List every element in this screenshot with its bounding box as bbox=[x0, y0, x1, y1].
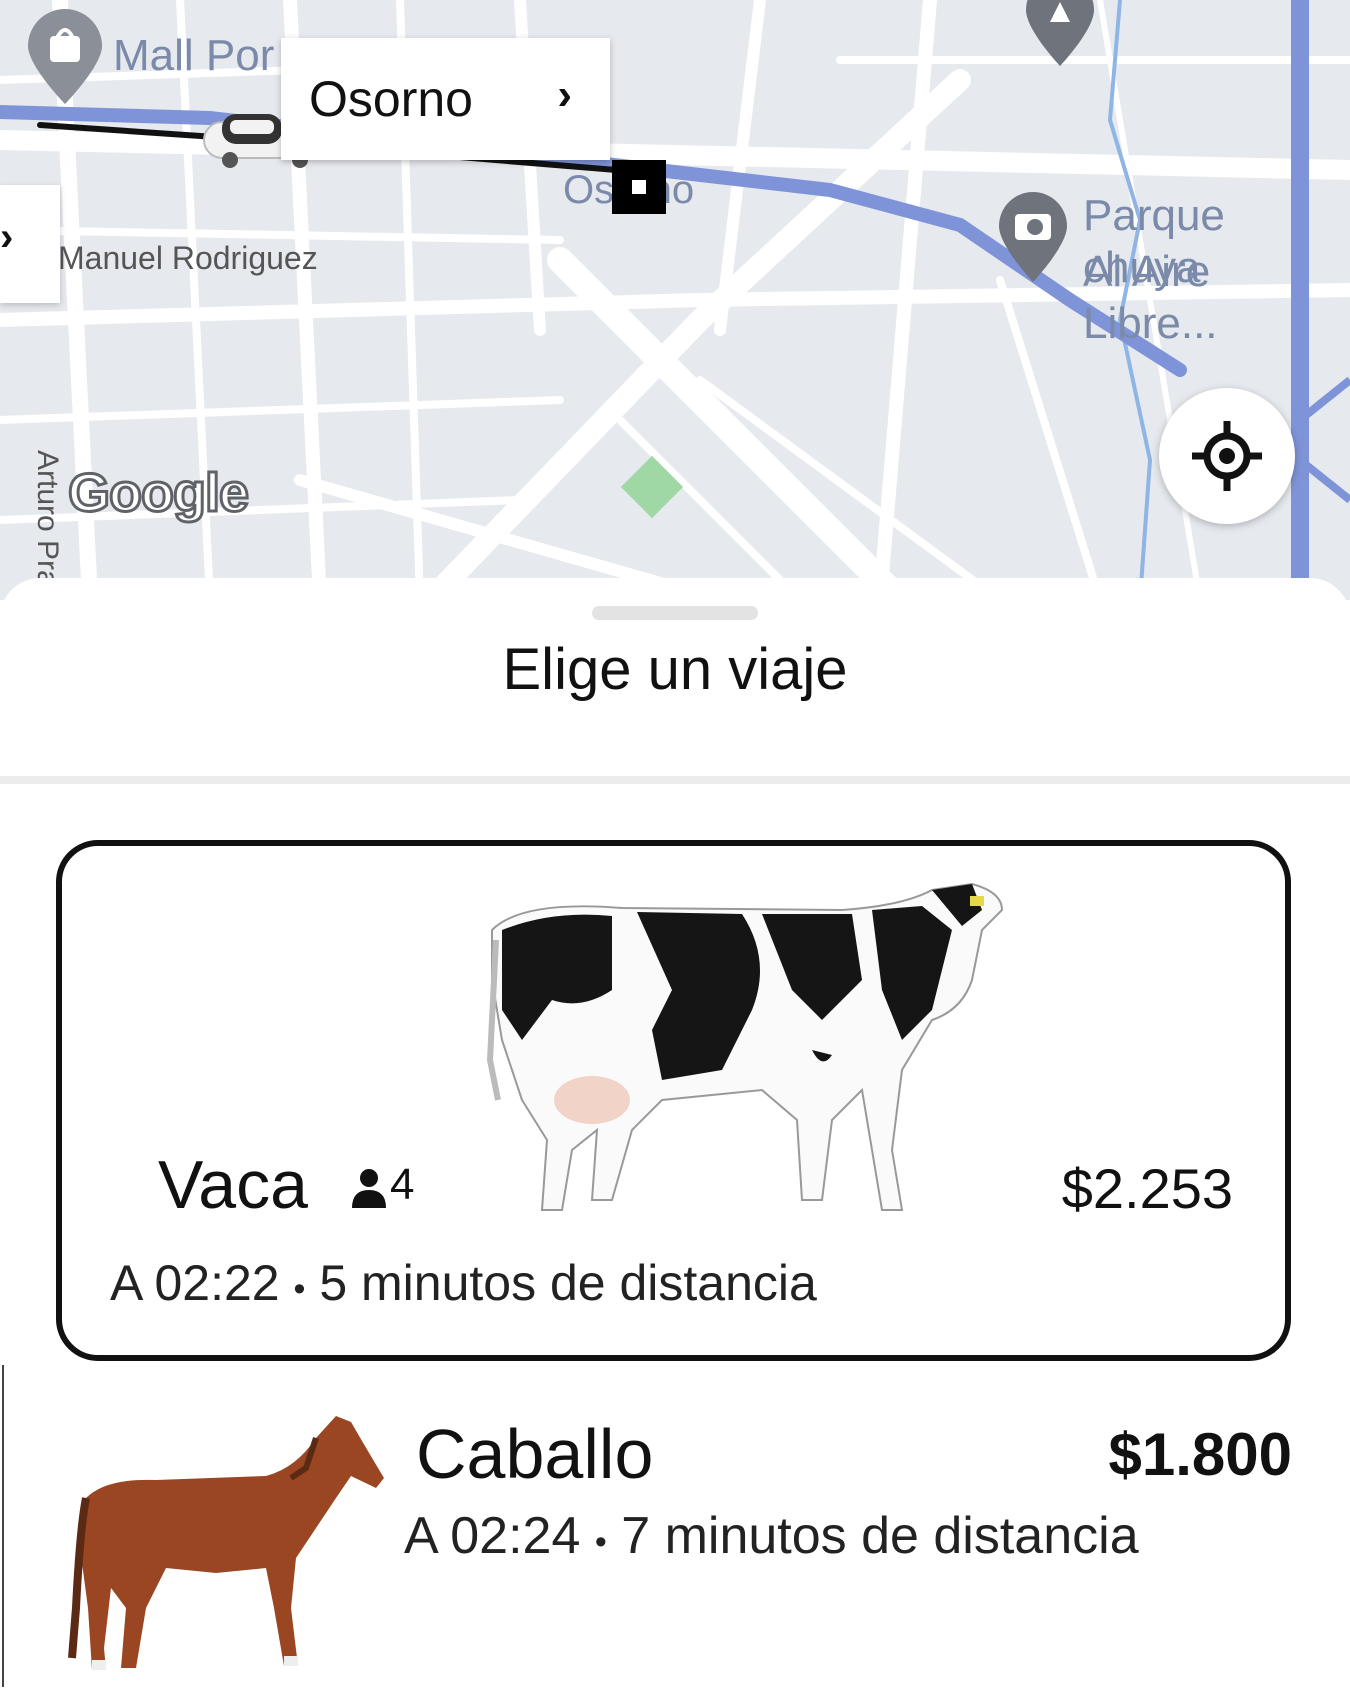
cow-icon bbox=[486, 882, 1004, 1211]
divider bbox=[0, 776, 1350, 784]
ride-price: $2.253 bbox=[1061, 1157, 1233, 1220]
street-label-arturo: Arturo Prat bbox=[31, 450, 64, 596]
shopping-bag-pin-icon[interactable] bbox=[22, 8, 108, 108]
pickup-card[interactable]: › bbox=[0, 185, 60, 303]
ride-option-caballo[interactable]: Caballo $1.800 A 02:24 • 7 minutos de di… bbox=[0, 1376, 1350, 1687]
drag-handle[interactable] bbox=[592, 606, 758, 620]
tree-pin-icon[interactable] bbox=[1022, 0, 1098, 70]
destination-card[interactable]: Osorno › bbox=[281, 38, 610, 160]
google-logo: Google bbox=[67, 462, 251, 525]
ride-distance: 7 minutos de distancia bbox=[621, 1507, 1139, 1565]
street-label-manuel: Manuel Rodriguez bbox=[58, 240, 318, 276]
ride-eta: A 02:22 bbox=[110, 1255, 280, 1311]
ride-price: $1.800 bbox=[1108, 1421, 1292, 1488]
horse-icon bbox=[68, 1416, 384, 1670]
ride-option-vaca[interactable]: Vaca 4 $2.253 A 02:22 • 5 minutos de dis… bbox=[56, 840, 1291, 1361]
map-view[interactable]: Mall Por Parque chuya Al Aire Libre... M… bbox=[0, 0, 1350, 600]
locate-icon bbox=[1192, 421, 1262, 491]
chevron-right-icon: › bbox=[0, 215, 14, 259]
ride-eta-line: A 02:24 • 7 minutos de distancia bbox=[404, 1506, 1139, 1566]
person-icon bbox=[352, 1169, 386, 1208]
camera-pin-icon[interactable] bbox=[995, 190, 1071, 286]
divider bbox=[2, 1365, 4, 1687]
destination-marker-icon bbox=[612, 160, 666, 214]
ride-eta: A 02:24 bbox=[404, 1507, 581, 1565]
chevron-right-icon: › bbox=[557, 70, 572, 119]
ride-capacity: 4 bbox=[390, 1160, 415, 1209]
ride-name: Caballo bbox=[416, 1415, 654, 1493]
separator-dot: • bbox=[293, 1270, 306, 1308]
poi-label-mall: Mall Por bbox=[113, 31, 275, 80]
ride-distance: 5 minutos de distancia bbox=[319, 1255, 817, 1311]
poi-label-park-line2: Al Aire Libre... bbox=[1083, 247, 1218, 348]
destination-label: Osorno bbox=[309, 71, 473, 127]
ride-name: Vaca bbox=[158, 1147, 308, 1223]
ride-eta-line: A 02:22 • 5 minutos de distancia bbox=[110, 1254, 817, 1312]
separator-dot: • bbox=[594, 1523, 607, 1561]
locate-button[interactable] bbox=[1159, 388, 1295, 524]
sheet-title: Elige un viaje bbox=[502, 637, 848, 702]
